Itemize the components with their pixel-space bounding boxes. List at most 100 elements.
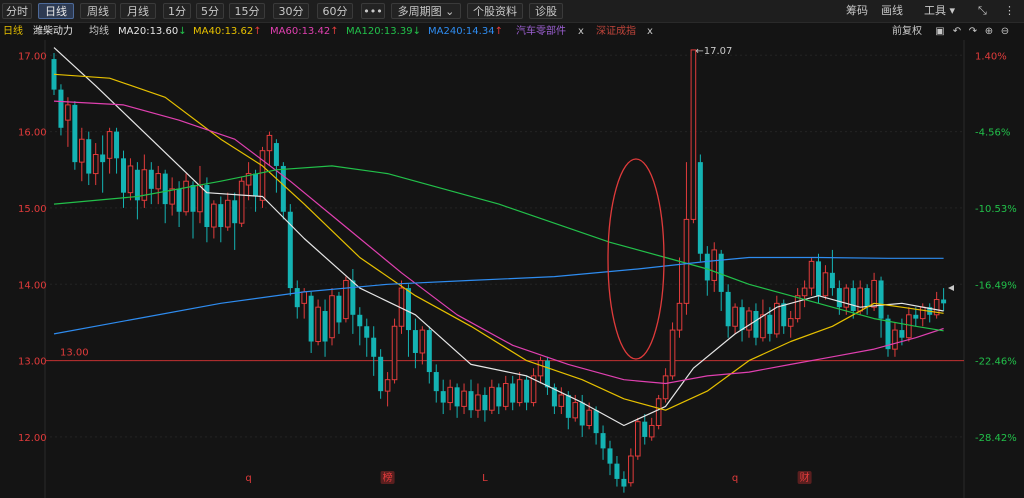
candle-body-down bbox=[593, 410, 599, 434]
candle-body-down bbox=[280, 165, 286, 212]
tab-15min[interactable]: 15分 bbox=[229, 3, 265, 19]
candle-body-down bbox=[100, 154, 106, 163]
draw-button[interactable]: 画线 bbox=[881, 3, 903, 19]
candle-body-down bbox=[607, 448, 613, 464]
ma40-value: MA40:13.62 bbox=[193, 26, 254, 37]
candle-body-down bbox=[121, 158, 126, 193]
candle-body-down bbox=[614, 463, 620, 479]
ma240-value: MA240:14.34 bbox=[428, 26, 495, 37]
menu-icon[interactable]: ⋮ bbox=[1004, 3, 1015, 19]
multi-period-button[interactable]: 多周期图 ⌄ bbox=[391, 3, 461, 19]
y-tick-left: 15.00 bbox=[18, 204, 47, 215]
candle-body-up bbox=[92, 154, 99, 175]
reference-line-label: 13.00 bbox=[60, 348, 89, 359]
candle-body-down bbox=[753, 310, 759, 338]
candle-body-up bbox=[683, 218, 690, 304]
expand-icon[interactable]: ⤡ bbox=[978, 3, 987, 19]
candle-body-up bbox=[760, 314, 766, 339]
tab-monthly[interactable]: 月线 bbox=[120, 3, 156, 19]
y-tick-left: 17.00 bbox=[18, 51, 47, 62]
candle-body-down bbox=[253, 173, 259, 197]
candle-body-down bbox=[816, 261, 821, 296]
candle-body-up bbox=[648, 424, 655, 438]
candle-body-down bbox=[190, 185, 196, 212]
y-tick-right: -16.49% bbox=[975, 280, 1017, 291]
candle-body-down bbox=[58, 89, 64, 128]
candle-body-up bbox=[669, 329, 676, 377]
candle-body-down bbox=[371, 337, 377, 357]
tools-button[interactable]: 工具 ▾ bbox=[924, 3, 955, 19]
event-marker[interactable]: 榜 bbox=[383, 471, 393, 484]
candle-body-up bbox=[65, 104, 71, 121]
candle-body-down bbox=[412, 330, 418, 353]
candle-body-down bbox=[524, 379, 530, 403]
event-marker[interactable]: q bbox=[732, 473, 738, 484]
candle-body-up bbox=[343, 279, 349, 320]
candle-body-up bbox=[787, 318, 794, 327]
candle-body-up bbox=[662, 375, 669, 400]
legend-ma-label[interactable]: 均线 bbox=[89, 25, 109, 39]
candle-body-up bbox=[329, 295, 335, 339]
candle-body-down bbox=[878, 280, 884, 319]
undo-icon[interactable]: ↶ bbox=[950, 25, 964, 39]
adjust-mode-button[interactable]: 前复权 bbox=[892, 25, 922, 39]
close-compare-2-icon[interactable]: x bbox=[647, 25, 653, 39]
tab-60min[interactable]: 60分 bbox=[317, 3, 353, 19]
chips-button[interactable]: 筹码 bbox=[846, 3, 868, 19]
candle-body-down bbox=[468, 391, 474, 411]
tab-1min[interactable]: 1分 bbox=[163, 3, 191, 19]
candle-body-up bbox=[169, 188, 175, 205]
tab-weekly[interactable]: 周线 bbox=[80, 3, 116, 19]
candle-body-down bbox=[162, 173, 168, 205]
event-marker[interactable]: L bbox=[482, 473, 488, 484]
candle-body-down bbox=[440, 391, 446, 403]
tab-daily[interactable]: 日线 bbox=[38, 3, 74, 19]
candle-body-down bbox=[426, 330, 432, 373]
tab-5min[interactable]: 5分 bbox=[196, 3, 224, 19]
close-compare-1-icon[interactable]: x bbox=[578, 25, 584, 39]
stock-info-button[interactable]: 个股资料 bbox=[467, 3, 523, 19]
candle-body-up bbox=[315, 306, 321, 343]
candle-body-up bbox=[238, 180, 245, 224]
lock-icon[interactable]: ▣ bbox=[933, 25, 947, 39]
candle-body-down bbox=[308, 295, 314, 342]
tools-label: 工具 bbox=[924, 4, 946, 17]
event-marker[interactable]: 财 bbox=[800, 471, 810, 484]
legend-ma40: MA40:13.62↑ bbox=[193, 25, 262, 39]
candle-body-up bbox=[537, 360, 544, 377]
candle-body-down bbox=[454, 387, 460, 407]
zoom-out-icon[interactable]: ⊖ bbox=[998, 25, 1012, 39]
candle-body-down bbox=[114, 131, 120, 159]
legend-ma120: MA120:13.39↓ bbox=[346, 25, 421, 39]
candlestick-chart[interactable]: 17.00 16.00 15.00 14.00 13.00 12.00 1.40% -4.5… bbox=[0, 40, 1024, 498]
ma240-arrow-icon: ↑ bbox=[494, 26, 503, 37]
ma-legend: 日线 潍柴动力 均线 MA20:13.60↓ MA40:13.62↑ MA60:… bbox=[0, 22, 1024, 40]
candle-body-down bbox=[836, 288, 842, 308]
candle-body-up bbox=[906, 314, 912, 339]
candle-body-down bbox=[322, 310, 328, 342]
y-tick-right: -22.46% bbox=[975, 357, 1017, 368]
tab-30min[interactable]: 30分 bbox=[273, 3, 309, 19]
candle-body-up bbox=[419, 329, 426, 354]
ma60-arrow-icon: ↑ bbox=[330, 26, 339, 37]
tab-intraday[interactable]: 分时 bbox=[2, 3, 32, 19]
chevron-down-icon: ⌄ bbox=[445, 5, 455, 18]
candle-body-down bbox=[579, 402, 585, 426]
candle-body-down bbox=[829, 272, 835, 289]
legend-stock-name: 潍柴动力 bbox=[33, 26, 73, 37]
candle-body-down bbox=[642, 421, 648, 437]
candle-body-down bbox=[350, 280, 356, 315]
redo-icon[interactable]: ↷ bbox=[966, 25, 980, 39]
candle-body-up bbox=[635, 421, 641, 457]
candle-body-down bbox=[621, 478, 627, 487]
zoom-in-icon[interactable]: ⊕ bbox=[982, 25, 996, 39]
candle-body-up bbox=[155, 173, 162, 190]
event-marker[interactable]: q bbox=[245, 473, 251, 484]
candle-body-down bbox=[232, 200, 238, 224]
ma20-value: MA20:13.60 bbox=[118, 26, 179, 37]
candle-body-up bbox=[301, 291, 307, 304]
diagnose-button[interactable]: 诊股 bbox=[529, 3, 563, 19]
candle-body-down bbox=[482, 394, 488, 411]
candle-body-up bbox=[489, 386, 495, 411]
more-button[interactable]: ••• bbox=[361, 3, 385, 19]
